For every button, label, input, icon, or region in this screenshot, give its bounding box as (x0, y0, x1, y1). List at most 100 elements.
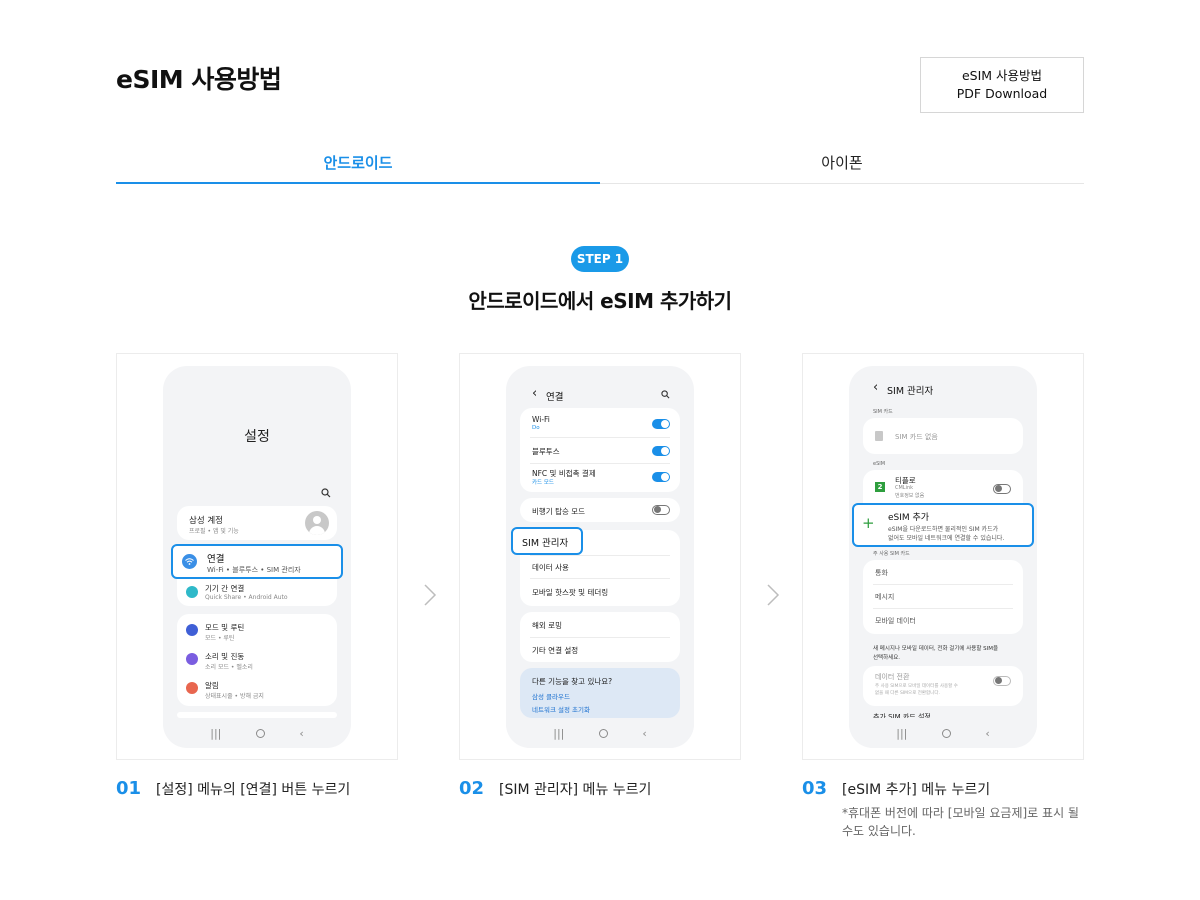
caption-3-text: [eSIM 추가] 메뉴 누르기 (842, 782, 991, 798)
add-icon: + (862, 514, 875, 532)
connections-header: 연결 (546, 392, 564, 403)
tab-android[interactable]: 안드로이드 (116, 140, 600, 184)
search-icon (321, 488, 331, 498)
data-switch-sub2: 없을 때 다른 SIM으로 전환합니다. (875, 691, 940, 696)
preferred-section-label: 주 사용 SIM 카드 (873, 551, 910, 557)
nfc-sub: 카드 모드 (532, 480, 554, 486)
esim-entry-toggle[interactable] (993, 484, 1011, 494)
recent-apps-icon: ||| (553, 726, 565, 740)
bluetooth-title: 블루투스 (532, 447, 560, 456)
caption-1: 01 [설정] 메뉴의 [연결] 버튼 누르기 (116, 778, 350, 799)
device-connect-title: 기기 간 연결 (205, 584, 245, 593)
modes-item[interactable]: 모드 및 루틴 모드 • 루틴 (177, 620, 337, 644)
avatar (305, 511, 329, 535)
tip-title: 다른 기능을 찾고 있나요? (532, 677, 613, 686)
separator (530, 555, 670, 556)
caption-2: 02 [SIM 관리자] 메뉴 누르기 (459, 778, 651, 799)
notification-item[interactable]: 알림 상태표시줄 • 방해 금지 (177, 678, 337, 702)
caption-3: 03 [eSIM 추가] 메뉴 누르기 (802, 778, 990, 799)
add-esim-title: eSIM 추가 (888, 513, 930, 523)
sound-icon (186, 653, 198, 665)
sim-manager-menu-item[interactable]: SIM 관리자 (511, 527, 583, 555)
esim-entry[interactable]: 2 티플로 CMLink 번호정보 없음 (863, 472, 1023, 502)
back-arrow-icon[interactable]: ‹ (873, 380, 878, 395)
search-icon[interactable] (661, 390, 670, 399)
os-tabs: 안드로이드 아이폰 (116, 140, 1084, 184)
tab-iphone[interactable]: 아이폰 (600, 140, 1084, 183)
modes-sub: 모드 • 루틴 (205, 635, 235, 642)
simcard-section-label: SIM 카드 (873, 409, 893, 415)
sound-sub: 소리 모드 • 벨소리 (205, 664, 253, 671)
roaming-item[interactable]: 해외 로밍 (532, 620, 562, 631)
wifi-title: Wi-Fi (532, 415, 550, 424)
back-arrow-icon[interactable]: ‹ (532, 386, 537, 401)
phone-screen-settings: 설정 삼성 계정 프로필 • 앱 및 기능 연결 Wi-Fi • 블루투스 • … (163, 366, 351, 748)
wifi-item[interactable]: Wi-Fi Do (520, 412, 680, 436)
preferred-group: 통화 메시지 모바일 데이터 (863, 560, 1023, 634)
wifi-icon (182, 554, 197, 569)
add-esim-menu-item[interactable]: + eSIM 추가 eSIM을 다운로드하면 물리적인 SIM 카드가 없어도 … (852, 503, 1034, 547)
recent-apps-icon: ||| (896, 726, 908, 740)
mobile-data-item[interactable]: 모바일 데이터 (875, 616, 916, 626)
android-navbar: ||| ‹ (849, 718, 1037, 748)
android-navbar: ||| ‹ (163, 718, 351, 748)
page-title: eSIM 사용방법 (116, 65, 282, 94)
modes-group: 모드 및 루틴 모드 • 루틴 소리 및 진동 소리 모드 • 벨소리 알림 상… (177, 614, 337, 706)
data-switch-toggle[interactable] (993, 676, 1011, 686)
notification-sub: 상태표시줄 • 방해 금지 (205, 693, 264, 700)
airplane-group: 비행기 탑승 모드 (520, 498, 680, 522)
no-sim-group: SIM 카드 없음 (863, 418, 1023, 454)
home-icon (598, 728, 608, 738)
sim-manager-header: SIM 관리자 (887, 386, 934, 397)
separator (873, 608, 1013, 609)
settings-title: 설정 (244, 429, 270, 445)
device-connect-item[interactable]: 기기 간 연결 Quick Share • Android Auto (177, 580, 337, 606)
bluetooth-item[interactable]: 블루투스 (520, 439, 680, 463)
notification-icon (186, 682, 198, 694)
esim-section-label: eSIM (873, 461, 886, 467)
separator (530, 437, 670, 438)
hotspot-item[interactable]: 모바일 핫스팟 및 테더링 (532, 587, 608, 598)
add-esim-sub2: 없어도 모바일 네트워크에 연결할 수 있습니다. (888, 535, 1005, 542)
bluetooth-toggle[interactable] (652, 446, 670, 456)
tip-link-cloud[interactable]: 삼성 클라우드 (532, 691, 570, 701)
caption-2-text: [SIM 관리자] 메뉴 누르기 (499, 782, 652, 798)
pdf-download-button[interactable]: eSIM 사용방법 PDF Download (920, 57, 1084, 113)
message-item[interactable]: 메시지 (875, 592, 894, 602)
step-title: 안드로이드에서 eSIM 추가하기 (468, 289, 732, 313)
modes-icon (186, 624, 198, 636)
sim-card-icon (875, 431, 883, 441)
device-connect-icon (186, 586, 198, 598)
airplane-title: 비행기 탑승 모드 (532, 507, 586, 516)
account-group: 삼성 계정 프로필 • 앱 및 기능 (177, 506, 337, 540)
device-connect-sub: Quick Share • Android Auto (205, 594, 288, 601)
sound-item[interactable]: 소리 및 진동 소리 모드 • 벨소리 (177, 649, 337, 673)
sim-manager-title: SIM 관리자 (522, 538, 569, 549)
connection-menu-item[interactable]: 연결 Wi-Fi • 블루투스 • SIM 관리자 (171, 544, 343, 579)
esim-entry-badge: 2 (875, 482, 885, 492)
android-navbar: ||| ‹ (506, 718, 694, 748)
back-icon: ‹ (642, 726, 647, 740)
call-item[interactable]: 통화 (875, 568, 888, 578)
tip-link-reset[interactable]: 네트워크 설정 초기화 (532, 704, 590, 714)
sound-title: 소리 및 진동 (205, 652, 245, 661)
chevron-right-icon (767, 584, 780, 606)
phone-screen-connections: ‹ 연결 Wi-Fi Do 블루투스 NFC 및 비접촉 결제 카드 모드 비행… (506, 366, 694, 748)
toggles-group: Wi-Fi Do 블루투스 NFC 및 비접촉 결제 카드 모드 (520, 408, 680, 492)
chevron-right-icon (424, 584, 437, 606)
airplane-toggle[interactable] (652, 505, 670, 515)
wifi-toggle[interactable] (652, 419, 670, 429)
nfc-item[interactable]: NFC 및 비접촉 결제 카드 모드 (520, 465, 680, 489)
roaming-group: 해외 로밍 기타 연결 설정 (520, 612, 680, 662)
account-title: 삼성 계정 (189, 516, 223, 526)
step-badge: STEP 1 (571, 246, 629, 272)
other-settings-item[interactable]: 기타 연결 설정 (532, 645, 578, 656)
separator (530, 463, 670, 464)
data-usage-item[interactable]: 데이터 사용 (532, 562, 569, 573)
home-icon (941, 728, 951, 738)
separator (530, 578, 670, 579)
data-switch-title: 데이터 전환 (875, 673, 910, 681)
account-sub: 프로필 • 앱 및 기능 (189, 528, 239, 535)
nfc-toggle[interactable] (652, 472, 670, 482)
step-card-1: 설정 삼성 계정 프로필 • 앱 및 기능 연결 Wi-Fi • 블루투스 • … (116, 353, 398, 760)
